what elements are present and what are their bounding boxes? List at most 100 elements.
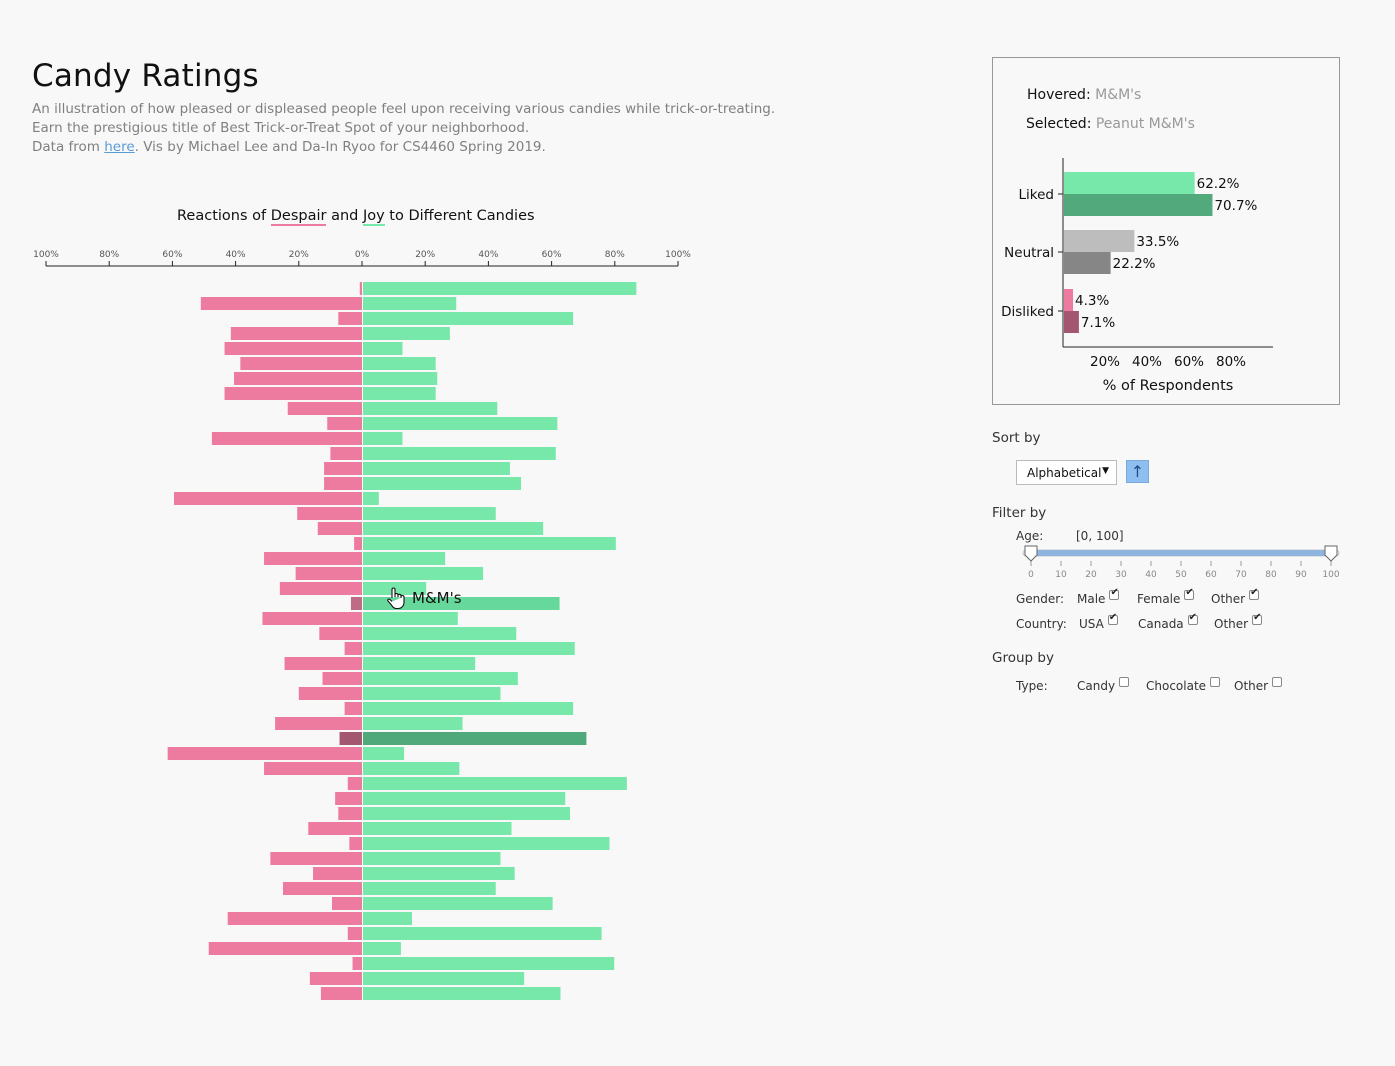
country-option-usa[interactable]: USA [1079,612,1118,631]
checkbox[interactable] [1107,612,1118,625]
checkbox[interactable] [1252,612,1263,625]
chart-title-part: Reactions of [177,208,271,224]
country-option-other[interactable]: Other [1214,612,1263,631]
sort-direction-button[interactable]: ↑ [1126,460,1149,483]
type-option-chocolate[interactable]: Chocolate [1146,677,1221,693]
despair-bar [287,402,362,415]
joy-bar [363,372,438,385]
joy-bar [363,342,403,355]
despair-bar [224,342,362,355]
despair-bar [313,867,362,880]
type-option-other[interactable]: Other [1234,677,1283,693]
sort-select[interactable]: Alphabetical ▼ [1016,460,1117,485]
joy-bar [363,387,436,400]
joy-bar [363,357,436,370]
despair-bar [284,657,362,670]
despair-bar [327,417,362,430]
checkbox[interactable] [1119,677,1130,687]
joy-bar [363,732,587,745]
data-from-text: Data from [32,139,105,155]
despair-bar [354,537,362,550]
despair-bar [335,792,362,805]
gender-option-female[interactable]: Female [1137,587,1195,606]
joy-bar [363,477,521,490]
despair-bar [331,897,362,910]
slider-handle-min[interactable] [1024,545,1038,562]
option-label: Other [1214,617,1249,631]
option-label: Canada [1138,617,1184,631]
age-label: Age: [1016,529,1044,543]
joy-bar [363,762,460,775]
despair-bar [344,702,362,715]
despair-bar [324,477,362,490]
age-range-text: [0, 100] [1076,529,1124,543]
chart-title-part: and [326,208,363,224]
checkbox[interactable] [1184,587,1195,600]
despair-bar [279,582,362,595]
country-option-canada[interactable]: Canada [1138,612,1198,631]
x-tick-label: 40% [1132,354,1162,370]
age-range-slider[interactable]: 0 10 20 30 40 50 60 70 80 90 100 [1016,545,1346,581]
top-axis: 100% 80% 60% 40% 20% 0% 20% 40% 60% 80% 100% [33,250,691,267]
despair-bar [234,372,362,385]
gender-label: Gender: [1016,592,1065,606]
joy-bar [363,852,501,865]
joy-bar [363,672,518,685]
checkbox[interactable] [1272,677,1283,687]
joy-bar [363,837,610,850]
option-label: Candy [1077,679,1116,693]
despair-bar [275,717,362,730]
slider-tick-label: 10 [1055,570,1067,580]
joy-bar [363,447,556,460]
x-tick-label: 80% [1216,354,1246,370]
despair-bar [308,822,362,835]
checkbox[interactable] [1187,612,1198,625]
chart-title-part: to Different Candies [384,208,535,224]
filter-by-label: Filter by [992,505,1047,521]
despair-bar [227,912,362,925]
despair-bar [338,807,362,820]
checkbox[interactable] [1109,587,1120,600]
despair-bar [298,687,362,700]
checkbox[interactable] [1210,677,1221,687]
selected-bar [1064,194,1213,216]
joy-bar [363,612,458,625]
despair-bar [339,732,362,745]
selected-bar [1064,311,1079,333]
slider-tick-label: 40 [1145,570,1157,580]
despair-bar [224,387,362,400]
detail-panel: Hovered: M&M's Selected: Peanut M&M's Li… [992,57,1340,405]
despair-bar [264,552,362,565]
axis-tick-label: 60% [162,250,182,260]
checkbox[interactable] [1249,587,1260,600]
gender-option-other[interactable]: Other [1211,587,1260,606]
despair-bar [167,747,362,760]
type-option-candy[interactable]: Candy [1077,677,1130,693]
axis-tick-label: 20% [289,250,309,260]
joy-legend-label: Joy [362,208,385,226]
despair-bar [200,297,362,310]
joy-bar [363,537,616,550]
axis-tick-label: 0% [355,250,370,260]
sort-by-label: Sort by [992,430,1041,446]
despair-bar [344,642,362,655]
axis-tick-label: 80% [99,250,119,260]
dropdown-caret-icon: ▼ [1102,466,1109,476]
group-by-label: Group by [992,650,1054,666]
slider-handle-max[interactable] [1324,545,1338,562]
value-label: 70.7% [1214,198,1257,214]
despair-bar [262,612,362,625]
hand-cursor-icon [387,587,405,610]
despair-bar [322,672,362,685]
joy-bar [363,282,637,295]
gender-option-male[interactable]: Male [1077,587,1120,606]
joy-bar [363,882,496,895]
hovered-bar [1064,172,1195,194]
hovered-bar [1064,230,1135,252]
despair-bar [350,597,362,610]
despair-bar [330,447,362,460]
intro-line-2: Earn the prestigious title of Best Trick… [32,120,530,136]
data-source-link[interactable]: here [104,139,134,155]
joy-bar [363,312,574,325]
option-label: Female [1137,592,1181,606]
